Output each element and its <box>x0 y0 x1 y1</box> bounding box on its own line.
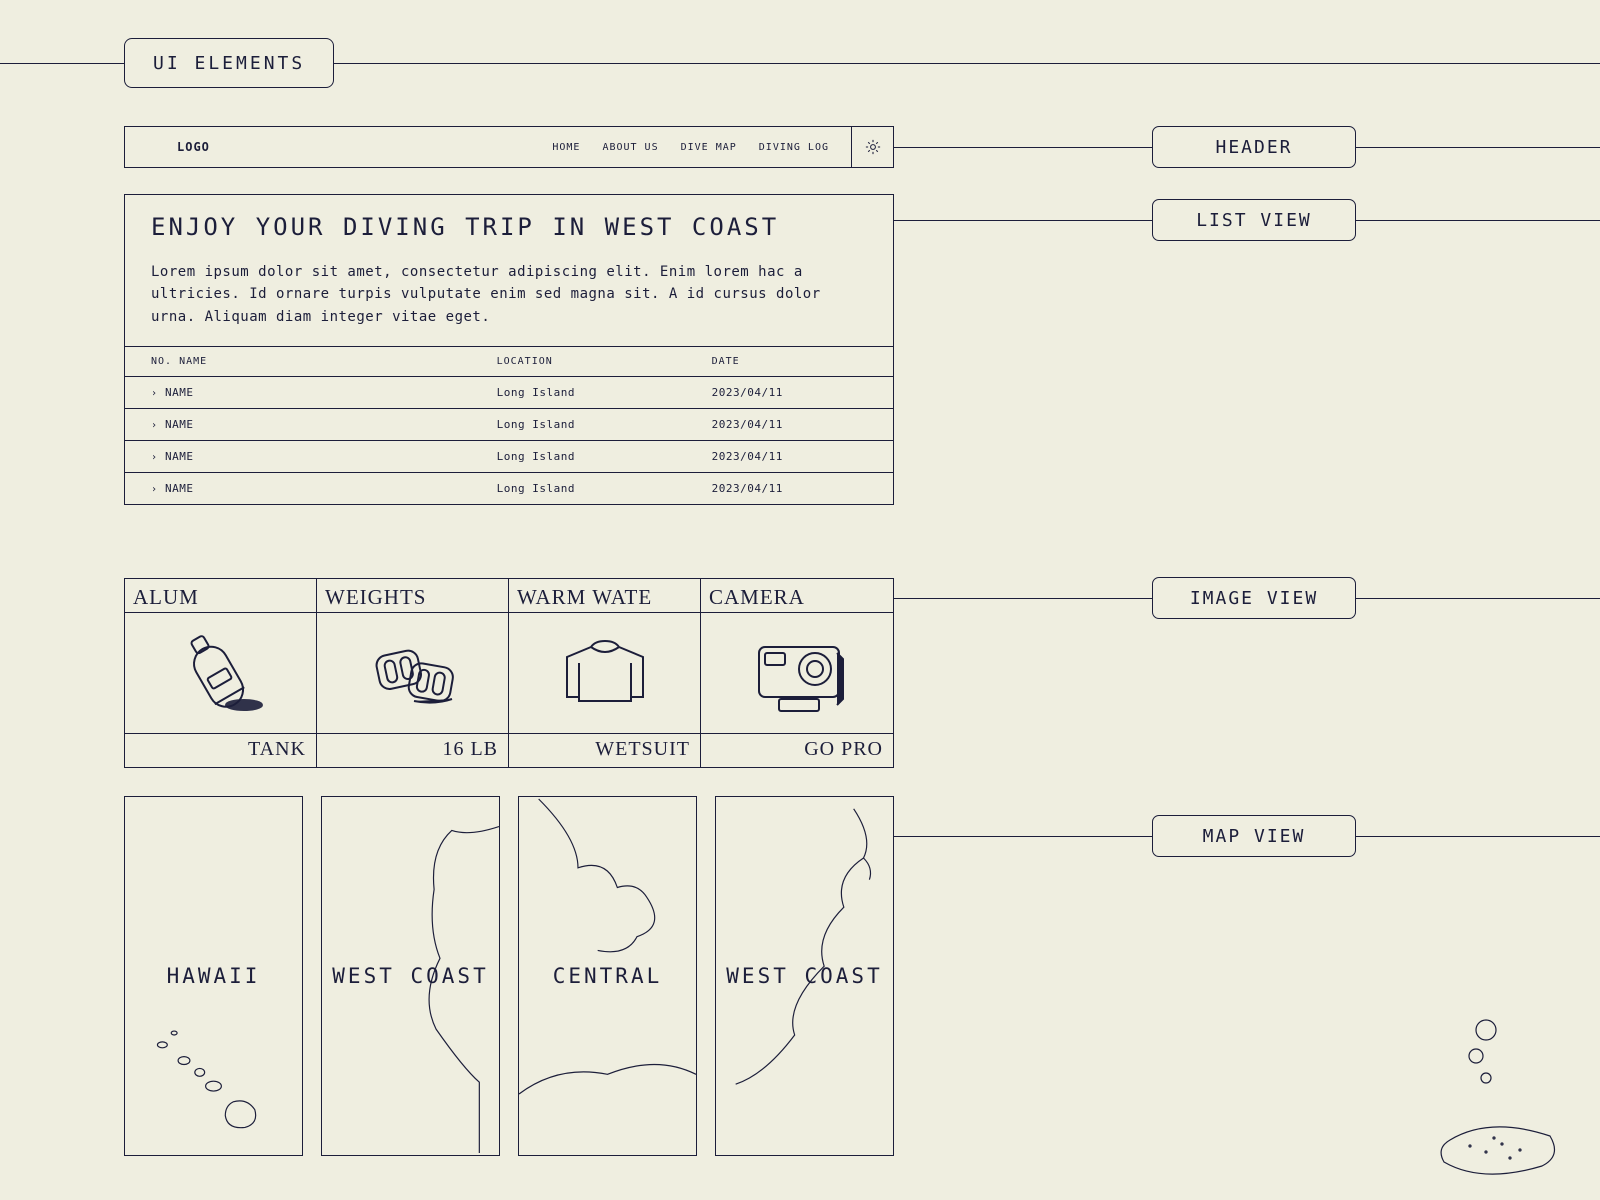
image-card-bottom: GO PRO <box>701 734 893 767</box>
settings-button[interactable] <box>851 127 893 167</box>
section-label-map-view: MAP VIEW <box>1152 815 1356 857</box>
image-card[interactable]: WARM WATE WETSUIT <box>509 579 701 767</box>
chevron-right-icon: › <box>151 452 161 463</box>
map-card-central[interactable]: CENTRAL <box>518 796 697 1156</box>
cell-location: Long Island <box>471 377 686 409</box>
image-card-bottom: 16 LB <box>317 734 508 767</box>
wetsuit-icon <box>545 623 665 723</box>
table-row[interactable]: › NAME Long Island 2023/04/11 <box>125 377 893 409</box>
connector-line <box>1356 147 1600 148</box>
cell-date: 2023/04/11 <box>686 409 893 441</box>
table-row[interactable]: › NAME Long Island 2023/04/11 <box>125 441 893 473</box>
cell-location: Long Island <box>471 409 686 441</box>
cell-name: NAME <box>165 418 194 431</box>
camera-icon <box>737 623 857 723</box>
cell-name: NAME <box>165 482 194 495</box>
image-card-top: WARM WATE <box>509 579 700 612</box>
weights-icon <box>358 623 468 723</box>
cell-date: 2023/04/11 <box>686 473 893 505</box>
cell-name: NAME <box>165 386 194 399</box>
section-label-header: HEADER <box>1152 126 1356 168</box>
image-card-top: WEIGHTS <box>317 579 508 612</box>
nav-link-dive-map[interactable]: DIVE MAP <box>681 142 737 153</box>
section-label-list-view: LIST VIEW <box>1152 199 1356 241</box>
col-location: LOCATION <box>471 347 686 377</box>
col-no-name: NO. NAME <box>125 347 471 377</box>
image-card-top: ALUM <box>125 579 316 612</box>
section-label-image-view: IMAGE VIEW <box>1152 577 1356 619</box>
gear-icon <box>864 138 882 156</box>
image-card[interactable]: ALUM TANK <box>125 579 317 767</box>
list-view-title: ENJOY YOUR DIVING TRIP IN WEST COAST <box>125 195 893 251</box>
chevron-right-icon: › <box>151 484 161 495</box>
map-view-grid: HAWAII WEST COAST CENTRAL WEST COAST <box>124 796 894 1156</box>
header-bar: LOGO HOME ABOUT US DIVE MAP DIVING LOG <box>124 126 894 168</box>
list-view-table: NO. NAME LOCATION DATE › NAME Long Island… <box>125 346 893 504</box>
nav-link-about[interactable]: ABOUT US <box>602 142 658 153</box>
chevron-right-icon: › <box>151 420 161 431</box>
col-date: DATE <box>686 347 893 377</box>
section-label-text: MAP VIEW <box>1203 826 1306 847</box>
logo[interactable]: LOGO <box>177 140 210 154</box>
cell-date: 2023/04/11 <box>686 377 893 409</box>
list-view-panel: ENJOY YOUR DIVING TRIP IN WEST COAST Lor… <box>124 194 894 505</box>
map-card-label: WEST COAST <box>332 964 488 988</box>
image-view-grid: ALUM TANK WEIGHTS <box>124 578 894 768</box>
map-card-east-coast[interactable]: WEST COAST <box>715 796 894 1156</box>
nav-link-home[interactable]: HOME <box>552 142 580 153</box>
image-card-bottom: TANK <box>125 734 316 767</box>
chevron-right-icon: › <box>151 388 161 399</box>
connector-line <box>894 836 1152 837</box>
connector-line <box>894 220 1152 221</box>
map-card-label: WEST COAST <box>726 964 882 988</box>
cell-location: Long Island <box>471 441 686 473</box>
cell-date: 2023/04/11 <box>686 441 893 473</box>
table-row[interactable]: › NAME Long Island 2023/04/11 <box>125 409 893 441</box>
bubbles-decoration-icon <box>1390 1000 1570 1180</box>
page-title: UI ELEMENTS <box>124 38 334 88</box>
cell-location: Long Island <box>471 473 686 505</box>
map-card-label: HAWAII <box>167 964 261 988</box>
map-card-hawaii[interactable]: HAWAII <box>124 796 303 1156</box>
connector-line <box>1356 220 1600 221</box>
map-card-label: CENTRAL <box>553 964 663 988</box>
header-nav: HOME ABOUT US DIVE MAP DIVING LOG <box>552 142 829 153</box>
list-view-body: Lorem ipsum dolor sit amet, consectetur … <box>125 251 893 346</box>
image-card-bottom: WETSUIT <box>509 734 700 767</box>
image-card-top: CAMERA <box>701 579 893 612</box>
section-label-text: LIST VIEW <box>1196 210 1312 231</box>
nav-link-diving-log[interactable]: DIVING LOG <box>759 142 829 153</box>
cell-name: NAME <box>165 450 194 463</box>
connector-line <box>894 598 1152 599</box>
connector-line <box>1356 598 1600 599</box>
connector-line <box>894 147 1152 148</box>
map-card-west-coast[interactable]: WEST COAST <box>321 796 500 1156</box>
connector-line <box>1356 836 1600 837</box>
table-header-row: NO. NAME LOCATION DATE <box>125 347 893 377</box>
image-card[interactable]: CAMERA GO PRO <box>701 579 893 767</box>
table-row[interactable]: › NAME Long Island 2023/04/11 <box>125 473 893 505</box>
image-card[interactable]: WEIGHTS 16 LB <box>317 579 509 767</box>
scuba-tank-icon <box>166 623 276 723</box>
section-label-text: IMAGE VIEW <box>1190 588 1318 609</box>
section-label-text: HEADER <box>1215 137 1292 158</box>
page-title-text: UI ELEMENTS <box>153 53 305 74</box>
